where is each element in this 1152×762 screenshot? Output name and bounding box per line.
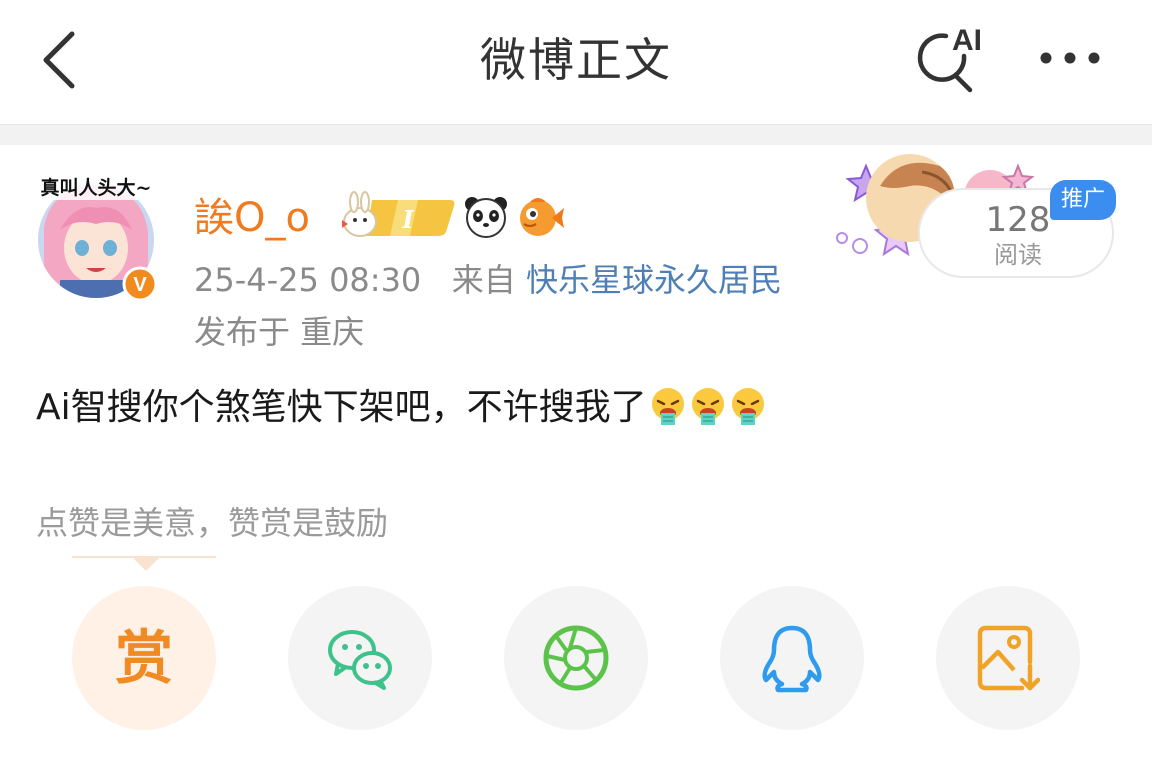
fish-badge-icon[interactable] (514, 192, 564, 240)
ai-search-icon[interactable]: AI (912, 22, 992, 98)
ai-label: AI (952, 24, 982, 57)
section-divider (0, 124, 1152, 145)
reward-button[interactable]: 赏 (72, 586, 216, 730)
qq-icon (762, 625, 822, 693)
save-image-button[interactable] (936, 586, 1080, 730)
post-meta: 25-4-25 08:30 来自 快乐星球永久居民 (194, 258, 782, 302)
member-level-label: I (401, 205, 414, 234)
reward-tip: 点赞是美意，赞赏是鼓励 (36, 504, 389, 542)
source-from-label: 来自 (451, 261, 516, 299)
post-time: 25-4-25 08:30 (194, 261, 422, 299)
promo-tag[interactable]: 推广 (1050, 180, 1116, 220)
member-level-badge[interactable]: I (338, 190, 456, 240)
post-location: 发布于 重庆 (194, 313, 365, 351)
tip-caret (132, 557, 160, 571)
vomit-emoji-icon (651, 388, 684, 425)
top-bar: 微博正文 AI (0, 0, 1152, 124)
vomit-emoji-icon (731, 388, 764, 425)
avatar-caption: 真叫人头大~ (41, 176, 152, 199)
share-wechat-button[interactable] (288, 586, 432, 730)
more-options-icon[interactable] (1030, 36, 1110, 80)
reward-button-label: 赏 (114, 624, 173, 692)
wechat-icon (328, 630, 392, 690)
share-moments-button[interactable] (504, 586, 648, 730)
username[interactable]: 誒O_o (194, 190, 310, 246)
panda-badge-icon[interactable] (462, 192, 510, 240)
user-avatar[interactable]: 真叫人头大~ V (30, 168, 162, 300)
moments-icon (543, 625, 609, 691)
share-qq-button[interactable] (720, 586, 864, 730)
save-image-icon (977, 625, 1041, 691)
verified-badge-icon: V (133, 274, 147, 296)
post-content: Ai智搜你个煞笔快下架吧，不许搜我了 (36, 382, 767, 434)
post-text: Ai智搜你个煞笔快下架吧，不许搜我了 (36, 387, 647, 428)
vomit-emoji-icon (691, 388, 724, 425)
read-label: 阅读 (994, 241, 1042, 269)
post-source-link[interactable]: 快乐星球永久居民 (526, 261, 782, 299)
